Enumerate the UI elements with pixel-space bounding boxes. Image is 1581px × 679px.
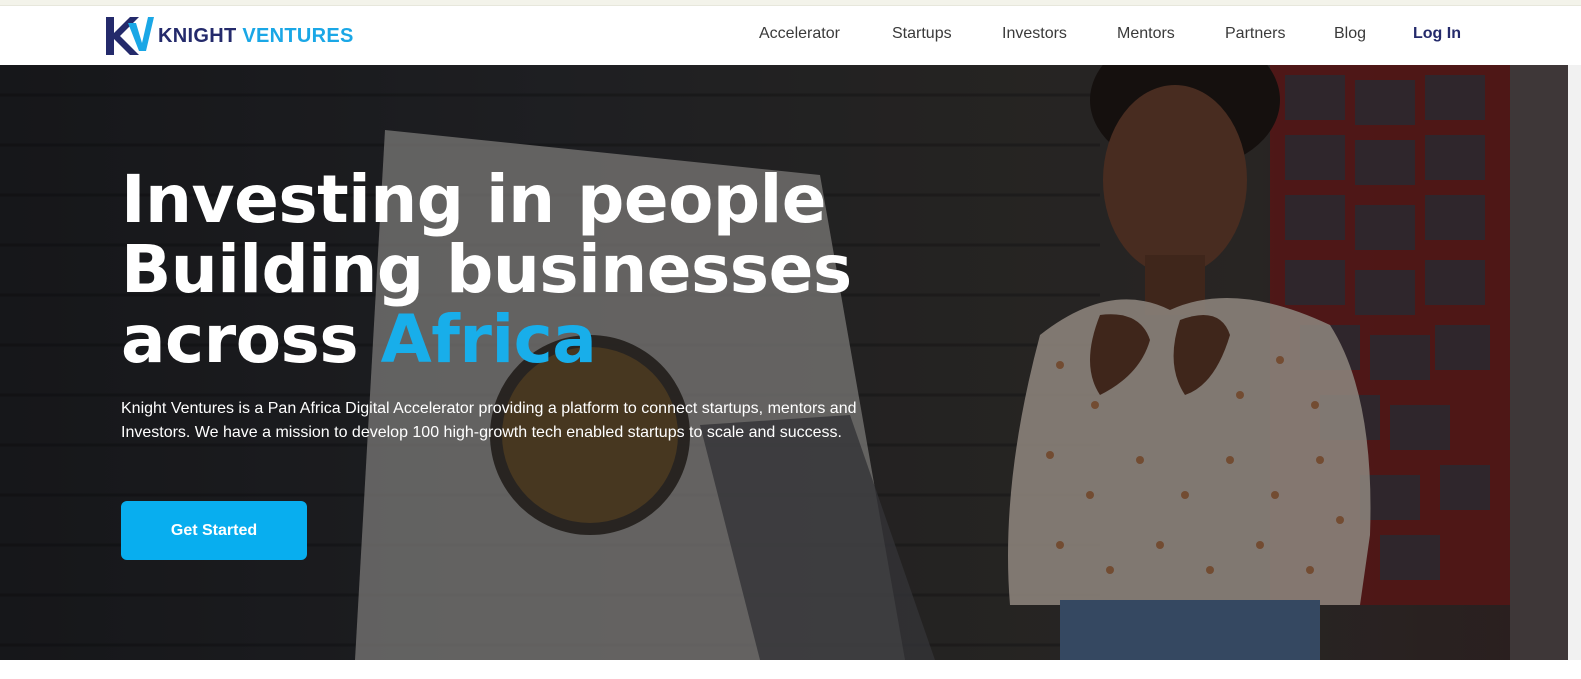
main-nav: Accelerator Startups Investors Mentors P… xyxy=(0,6,1581,65)
hero-heading-line1: Investing in people xyxy=(121,161,827,238)
hero-description: Knight Ventures is a Pan Africa Digital … xyxy=(121,400,857,441)
nav-startups[interactable]: Startups xyxy=(892,25,952,43)
nav-accelerator[interactable]: Accelerator xyxy=(759,25,840,43)
nav-partners[interactable]: Partners xyxy=(1225,25,1285,43)
site-header: KNIGHT VENTURES Accelerator Startups Inv… xyxy=(0,6,1581,65)
login-link[interactable]: Log In xyxy=(1413,25,1461,43)
hero-heading-line3: across xyxy=(121,301,381,378)
hero-heading: Investing in people Building businesses … xyxy=(121,165,852,375)
bottom-strip xyxy=(0,660,1581,679)
hero-section: Investing in people Building businesses … xyxy=(0,65,1568,660)
nav-blog[interactable]: Blog xyxy=(1334,25,1366,43)
get-started-button[interactable]: Get Started xyxy=(121,501,307,560)
nav-mentors[interactable]: Mentors xyxy=(1117,25,1175,43)
page-scrollbar[interactable] xyxy=(1568,65,1581,660)
hero-heading-line2: Building businesses xyxy=(121,231,852,308)
hero-heading-accent: Africa xyxy=(380,301,597,378)
nav-investors[interactable]: Investors xyxy=(1002,25,1067,43)
